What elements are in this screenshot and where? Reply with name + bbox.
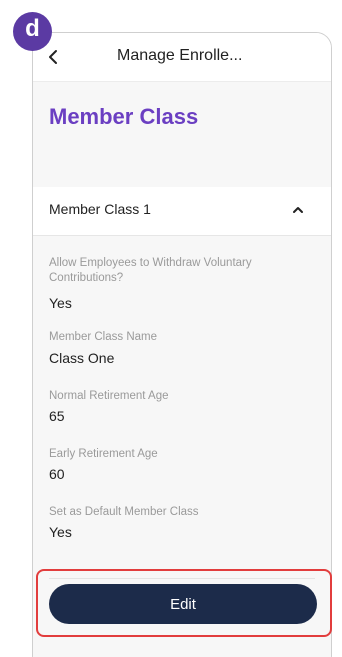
section-divider — [33, 235, 331, 236]
field-label-early-retirement-age: Early Retirement Age — [49, 448, 158, 460]
phone-frame: Manage Enrolle... Member Class Member Cl… — [32, 32, 332, 657]
field-value-member-class-name: Class One — [49, 350, 115, 366]
field-value-normal-retirement-age: 65 — [49, 408, 65, 424]
field-value-default-member-class: Yes — [49, 524, 72, 540]
field-label-member-class-name: Member Class Name — [49, 331, 157, 343]
field-label-normal-retirement-age: Normal Retirement Age — [49, 390, 169, 402]
figure-label-badge: d — [13, 12, 52, 51]
chevron-left-icon[interactable] — [45, 48, 63, 66]
page-title: Member Class — [49, 104, 199, 129]
screenshot-stage: Manage Enrolle... Member Class Member Cl… — [0, 0, 342, 657]
chevron-up-icon[interactable] — [291, 203, 305, 217]
figure-label: d — [25, 15, 40, 42]
field-label-withdraw-contributions: Allow Employees to Withdraw Voluntary Co… — [49, 257, 252, 284]
accordion-title: Member Class 1 — [49, 201, 151, 217]
field-value-early-retirement-age: 60 — [49, 466, 65, 482]
field-label-default-member-class: Set as Default Member Class — [49, 506, 199, 518]
edit-button[interactable]: Edit — [49, 584, 317, 624]
screen-title: Manage Enrolle... — [117, 47, 243, 64]
field-value-withdraw-contributions: Yes — [49, 295, 72, 311]
top-bar: Manage Enrolle... — [33, 33, 331, 82]
member-class-accordion-header[interactable]: Member Class 1 — [33, 187, 331, 235]
